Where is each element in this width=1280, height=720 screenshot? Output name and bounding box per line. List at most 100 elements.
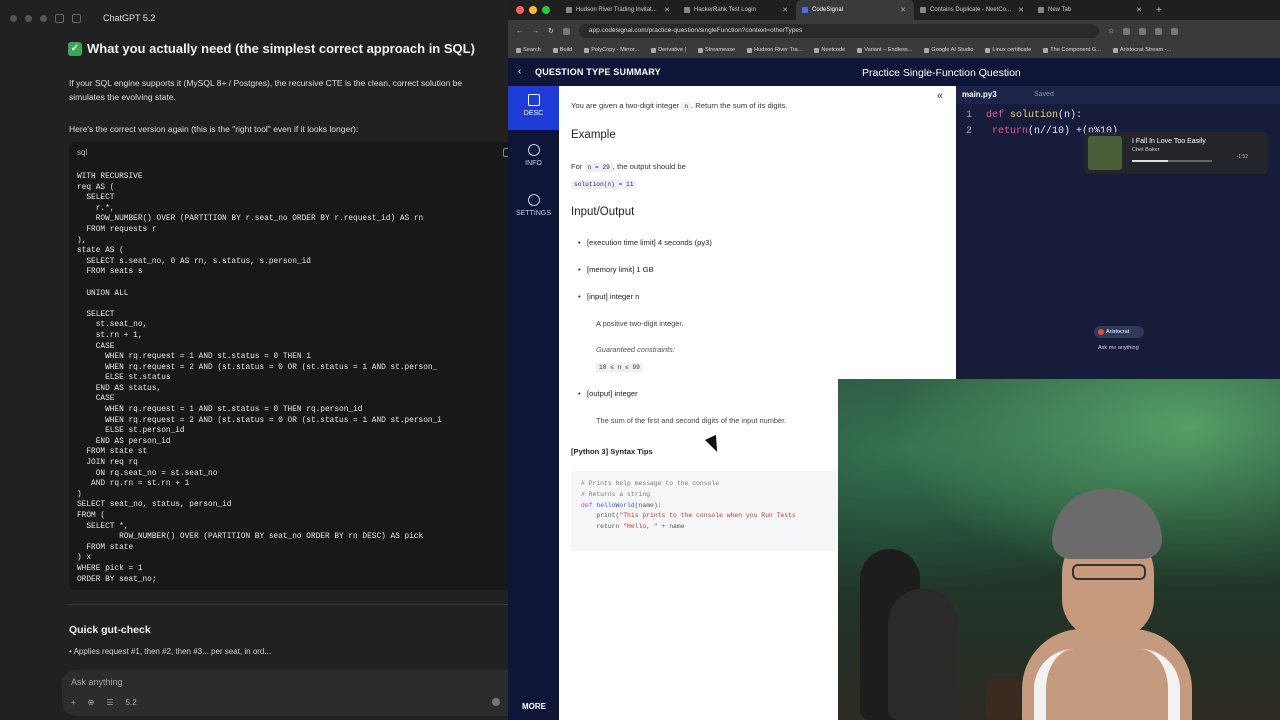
editor-file-tab[interactable]: main.py3 <box>962 90 997 99</box>
sidebar-label: INFO <box>525 160 542 167</box>
codesignal-sidebar: DESC INFO SETTINGS MORE <box>508 86 559 720</box>
minimize-window-icon[interactable] <box>529 6 537 14</box>
playback-progress <box>1132 160 1212 162</box>
example-result: solution(n) = 11 <box>571 179 637 189</box>
tab-hackerrank[interactable]: HackerRank Test Login ✕ <box>678 0 796 20</box>
back-chevron-icon[interactable]: ‹ <box>518 66 521 77</box>
sidebar-label: SETTINGS <box>515 210 551 217</box>
now-playing-widget[interactable]: I Fall In Love Too Easily Chet Baker -1:… <box>1084 132 1268 174</box>
bookmark-item[interactable]: Derivative | <box>651 47 686 53</box>
bullet-memory-limit: [memory limit] 1 GB <box>578 265 654 274</box>
gut-check-line: • Applies request #1, then #2, then #3..… <box>69 647 272 656</box>
intro-line-2: simulates the evolving state. <box>69 92 176 102</box>
example-heading: Example <box>571 129 616 141</box>
extension-icon[interactable] <box>1139 27 1147 35</box>
new-chat-icon[interactable] <box>72 13 81 23</box>
output-description: The sum of the first and second digits o… <box>596 416 787 425</box>
maximize-window-icon[interactable] <box>542 6 550 14</box>
sidebar-toggle-icon[interactable] <box>55 13 64 23</box>
extension-icon[interactable] <box>1155 27 1163 35</box>
tab-label: HackerRank Test Login <box>694 7 756 13</box>
bookmark-item[interactable]: Variant – Endless... <box>857 47 912 53</box>
bookmark-item[interactable]: Linux certificate <box>985 47 1031 53</box>
favicon-icon <box>1038 7 1044 13</box>
code-editor[interactable]: main.py3 Saved 1 def solution(n): 2 retur… <box>956 86 1280 379</box>
close-tab-icon[interactable]: ✕ <box>1018 6 1024 14</box>
close-tab-icon[interactable]: ✕ <box>782 6 788 14</box>
codesignal-header: ‹ QUESTION TYPE SUMMARY Practice Single-… <box>508 58 1280 86</box>
sidebar-item-desc[interactable]: DESC <box>508 86 559 130</box>
traffic-lights <box>508 6 560 14</box>
tab-label: New Tab <box>1048 7 1072 13</box>
gut-check-title: Quick gut-check <box>69 624 151 636</box>
close-window-icon[interactable] <box>516 6 524 14</box>
reload-icon[interactable]: ↻ <box>548 27 554 35</box>
favicon-icon <box>684 7 690 13</box>
bookmark-item[interactable]: The Component G... <box>1043 47 1101 53</box>
tab-neetcode[interactable]: Contains Duplicate - NeetCo... ✕ <box>914 0 1032 20</box>
divider <box>69 604 508 605</box>
extension-icon[interactable] <box>1123 27 1131 35</box>
forward-icon[interactable]: → <box>532 28 539 35</box>
favicon-icon <box>566 7 572 13</box>
collapse-panel-icon[interactable]: « <box>937 90 943 102</box>
more-button[interactable]: MORE <box>522 702 546 711</box>
composer[interactable]: Ask anything + ⊕ ☰ 5.2 <box>62 670 508 716</box>
assistant-pill[interactable]: Aristocrat <box>1094 326 1144 338</box>
tab-new[interactable]: New Tab ✕ <box>1032 0 1150 20</box>
tab-codesignal[interactable]: CodeSignal ✕ <box>796 0 914 20</box>
code-chip: n <box>681 102 692 111</box>
tips-code: # Prints help message to the console # R… <box>581 480 796 531</box>
chatgpt-pane: ChatGPT 5.2 ✓ What you actually need (th… <box>0 0 508 720</box>
bookmark-item[interactable]: Search <box>516 47 541 53</box>
bookmark-item[interactable]: Neetcode <box>814 47 845 53</box>
intro-text: You are given a two-digit integer n. Ret… <box>571 101 788 111</box>
new-tab-icon[interactable]: + <box>1156 5 1162 16</box>
sidebar-item-settings[interactable]: SETTINGS <box>508 186 559 230</box>
bookmark-item[interactable]: Hudson River Tra... <box>747 47 802 53</box>
bookmark-item[interactable]: Google AI Studio <box>924 47 973 53</box>
tab-hudson[interactable]: Hudson River Trading Invitat... ✕ <box>560 0 678 20</box>
now-playing-artist: Chet Baker <box>1132 147 1160 153</box>
voice-icon[interactable] <box>492 698 500 706</box>
bookmark-star-icon[interactable]: ☆ <box>1108 27 1114 35</box>
subintro: Here's the correct version again (this i… <box>69 124 359 134</box>
cup <box>986 679 1020 720</box>
bullet-time-limit: [execution time limit] 4 seconds (py3) <box>578 238 712 247</box>
input-description: A positive two-digit integer. <box>596 319 684 328</box>
example-text: For n = 29, the output should be <box>571 162 686 172</box>
bookmark-item[interactable]: Streamease <box>697 47 735 53</box>
chat-toolbar: ChatGPT 5.2 <box>0 0 508 36</box>
browser-window: Hudson River Trading Invitat... ✕ HackerR… <box>508 0 1280 720</box>
bullet-input: [input] integer n <box>578 292 639 301</box>
bookmark-item[interactable]: Build <box>552 47 572 53</box>
site-info-icon[interactable] <box>562 27 570 35</box>
assistant-ask[interactable]: Ask me anything <box>1098 345 1139 351</box>
extension-icon[interactable] <box>1171 27 1179 35</box>
model-picker[interactable]: 5.2 <box>126 698 137 707</box>
close-tab-icon[interactable]: ✕ <box>1136 6 1142 14</box>
composer-tools: + ⊕ ☰ 5.2 <box>71 698 137 707</box>
answer-heading-text: What you actually need (the simplest cor… <box>87 41 475 56</box>
guitar <box>888 589 958 720</box>
address-bar-row: ← → ↻ app.codesignal.com/practice-questi… <box>508 20 1280 42</box>
url-field[interactable]: app.codesignal.com/practice-question/sin… <box>578 24 1099 38</box>
question-type-summary-link[interactable]: QUESTION TYPE SUMMARY <box>535 67 661 77</box>
guaranteed-constraints: Guaranteed constraints: <box>596 345 675 354</box>
tab-label: Contains Duplicate - NeetCo... <box>930 7 1012 13</box>
composer-input[interactable]: Ask anything <box>71 677 123 687</box>
gear-icon <box>527 194 540 206</box>
back-icon[interactable]: ← <box>516 28 523 35</box>
bookmark-item[interactable]: PolyCopy - Mirror... <box>584 47 639 53</box>
close-tab-icon[interactable]: ✕ <box>900 6 906 14</box>
tools-icon[interactable]: ☰ <box>106 698 113 707</box>
sidebar-item-info[interactable]: INFO <box>508 136 559 180</box>
document-icon <box>527 94 540 106</box>
bookmark-item[interactable]: Aristocrat Stream -... <box>1112 47 1171 53</box>
playback-time: -1:52 <box>1236 154 1248 160</box>
app-title[interactable]: ChatGPT 5.2 <box>103 13 155 23</box>
close-tab-icon[interactable]: ✕ <box>664 6 670 14</box>
tab-bar: Hudson River Trading Invitat... ✕ HackerR… <box>508 0 1280 20</box>
plus-icon[interactable]: + <box>71 698 76 707</box>
globe-icon[interactable]: ⊕ <box>88 698 95 707</box>
